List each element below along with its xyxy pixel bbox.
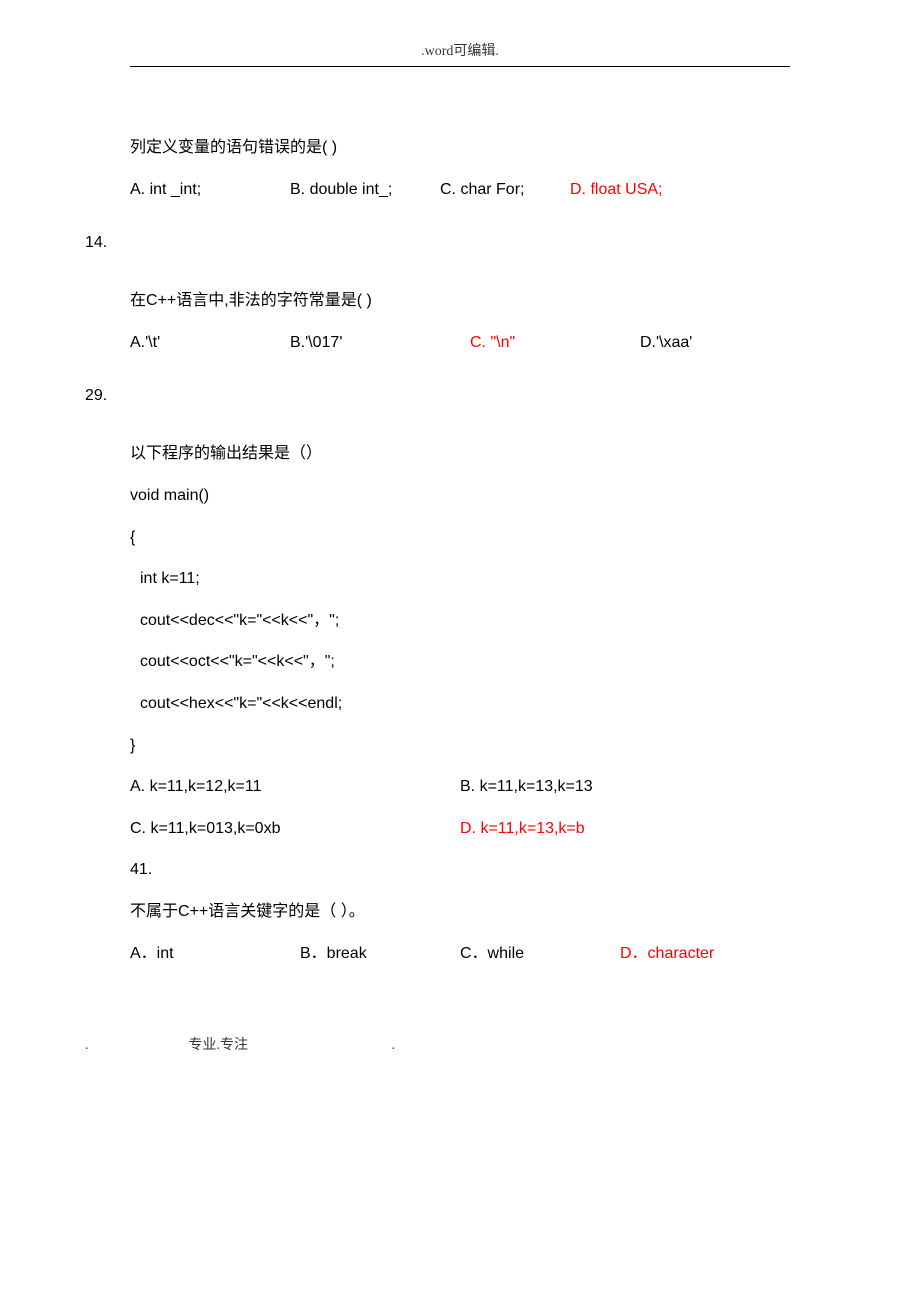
- q41-stem: 不属于C++语言关键字的是（ ）。: [130, 891, 790, 933]
- q29-option-c: C. k=11,k=013,k=0xb: [130, 808, 460, 850]
- q29-options-row1: A. k=11,k=12,k=11 B. k=11,k=13,k=13: [130, 766, 790, 808]
- q29-stem: 以下程序的输出结果是（）: [130, 433, 790, 475]
- q13-option-b: B. double int_;: [290, 169, 440, 211]
- q41-option-b: B．break: [300, 933, 460, 975]
- q29-code-l7: }: [130, 725, 790, 767]
- q41-number: 41.: [130, 849, 790, 891]
- q14-number: 14.: [85, 234, 790, 252]
- q29-number: 29.: [85, 387, 790, 405]
- q29-option-b: B. k=11,k=13,k=13: [460, 766, 593, 808]
- q29-option-d: D. k=11,k=13,k=b: [460, 808, 585, 850]
- q29-code-l1: void main(): [130, 475, 790, 517]
- q14-option-b: B.'\017': [290, 322, 470, 364]
- q29-code-l5: cout<<oct<<"k="<<k<<"，";: [130, 641, 790, 683]
- page-header: .word可编辑.: [130, 40, 790, 67]
- q14-options: A.'\t' B.'\017' C. "\n" D.'\xaa': [130, 322, 790, 364]
- footer-right: .: [392, 1038, 396, 1053]
- q14-option-d: D.'\xaa': [640, 322, 692, 364]
- q29-option-a: A. k=11,k=12,k=11: [130, 766, 460, 808]
- q14-option-c: C. "\n": [470, 322, 640, 364]
- q14-option-a: A.'\t': [130, 322, 290, 364]
- q41-options: A．int B．break C．while D．character: [130, 933, 790, 975]
- footer-mid: 专业.专注: [189, 1038, 249, 1053]
- q14-stem: 在C++语言中,非法的字符常量是( ): [130, 280, 790, 322]
- q13-options: A. int _int; B. double int_; C. char For…: [130, 169, 790, 211]
- page-footer: . 专业.专注 .: [85, 1034, 790, 1054]
- q13-option-a: A. int _int;: [130, 169, 290, 211]
- page: .word可编辑. 列定义变量的语句错误的是( ) A. int _int; B…: [0, 0, 920, 1094]
- q29-code-l6: cout<<hex<<"k="<<k<<endl;: [130, 683, 790, 725]
- q41-option-d: D．character: [620, 933, 714, 975]
- q41-option-a: A．int: [130, 933, 300, 975]
- q29-code-l3: int k=11;: [130, 558, 790, 600]
- q29-code-l4: cout<<dec<<"k="<<k<<"，";: [130, 600, 790, 642]
- q41-option-c: C．while: [460, 933, 620, 975]
- q13-option-d: D. float USA;: [570, 169, 662, 211]
- q29-options-row2: C. k=11,k=013,k=0xb D. k=11,k=13,k=b: [130, 808, 790, 850]
- q13-option-c: C. char For;: [440, 169, 570, 211]
- footer-left: .: [85, 1038, 185, 1054]
- q29-code-l2: {: [130, 517, 790, 559]
- q13-stem: 列定义变量的语句错误的是( ): [130, 127, 790, 169]
